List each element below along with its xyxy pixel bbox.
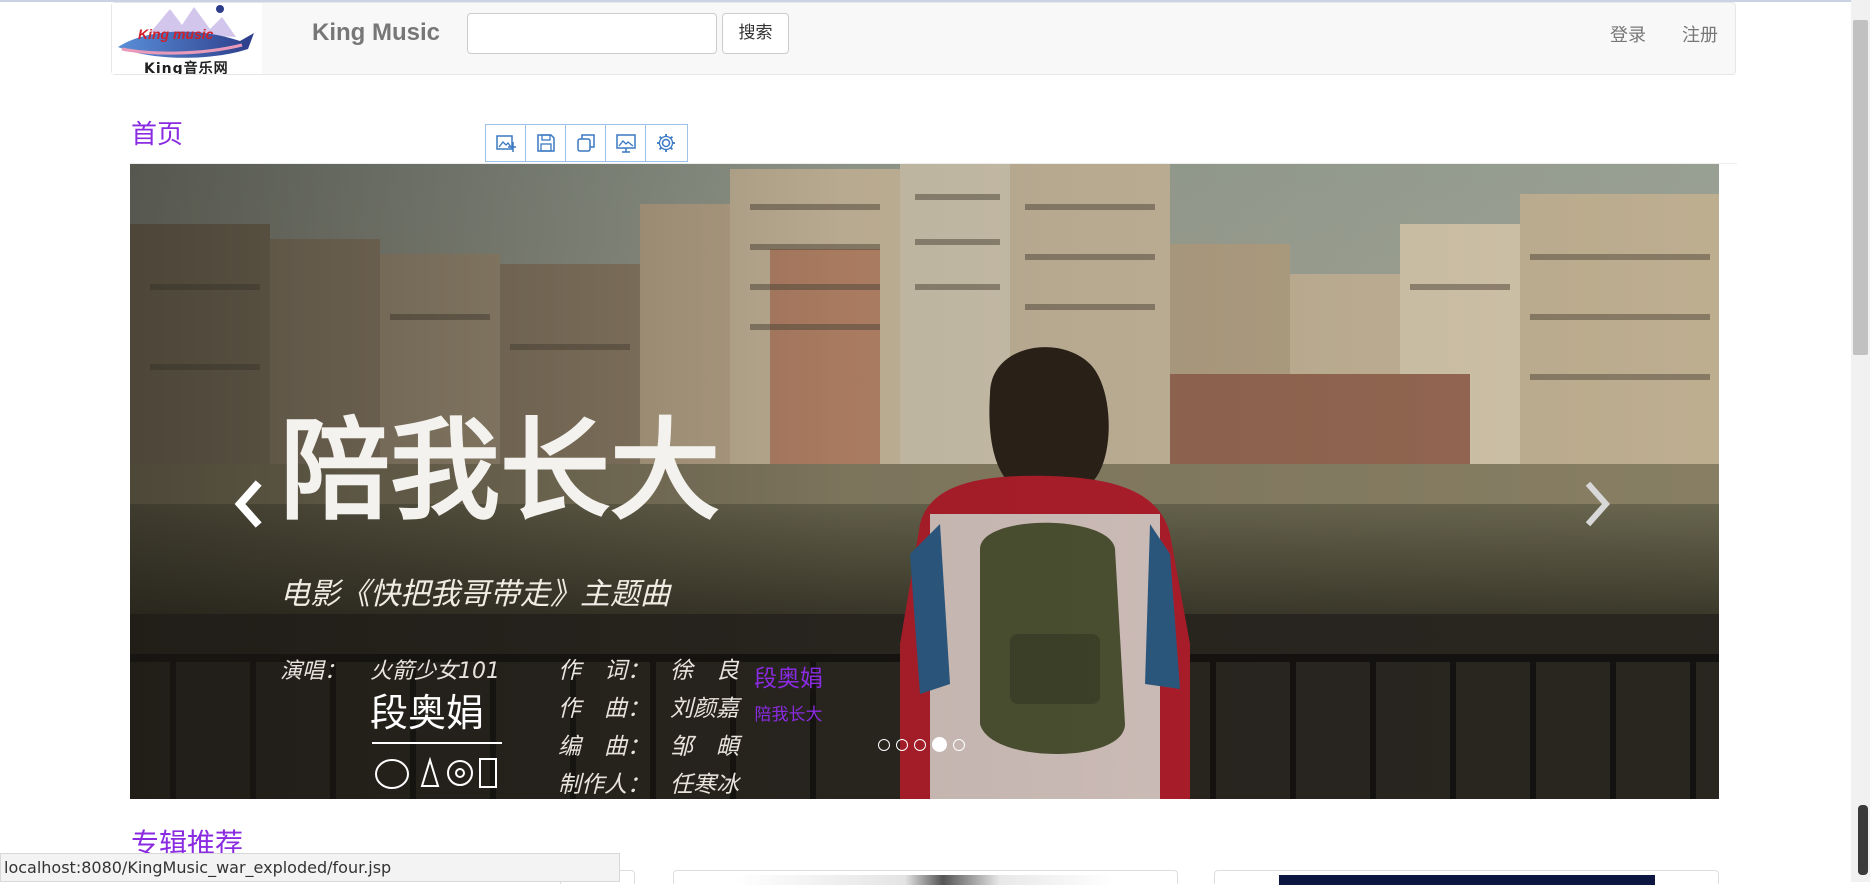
scrollbar-thumb[interactable] xyxy=(1853,20,1868,355)
screen-image-tool[interactable] xyxy=(606,125,646,161)
page-title: 首页 xyxy=(131,120,184,150)
image-search-icon xyxy=(495,135,516,152)
floating-side-widget[interactable] xyxy=(1858,805,1868,875)
chevron-left-icon xyxy=(234,480,262,528)
carousel-caption-subtitle: 陪我长大 xyxy=(754,705,823,725)
carousel-caption-title: 段奥娟 xyxy=(754,666,823,692)
browser-status-url: localhost:8080/KingMusic_war_exploded/fo… xyxy=(0,853,620,882)
carousel-indicator[interactable] xyxy=(896,739,908,751)
album-cover xyxy=(1279,875,1655,885)
carousel-prev-button[interactable] xyxy=(220,464,280,544)
carousel-indicator-active[interactable] xyxy=(932,737,947,752)
logo-text-top: King music xyxy=(138,26,214,42)
site-logo[interactable]: King music King音乐网 xyxy=(112,3,262,74)
poster-arrange-label: 编 曲： xyxy=(558,734,650,760)
register-link[interactable]: 注册 xyxy=(1682,21,1718,47)
settings-tool[interactable] xyxy=(646,125,686,161)
carousel-indicator[interactable] xyxy=(878,739,890,751)
image-search-tool[interactable] xyxy=(486,125,526,161)
carousel-next-button[interactable] xyxy=(1566,464,1626,544)
search-button[interactable]: 搜索 xyxy=(722,13,789,54)
carousel-indicators xyxy=(878,737,965,752)
login-link[interactable]: 登录 xyxy=(1610,21,1646,47)
poster-title: 陪我长大 xyxy=(280,406,720,535)
banner-carousel[interactable]: 陪我长大 电影《快把我哥带走》主题曲 演唱： 火箭少女101 段奥娟 作 词： … xyxy=(130,164,1719,799)
poster-producer-value: 任寒冰 xyxy=(670,772,742,798)
poster-producer-label: 制作人： xyxy=(558,772,650,798)
carousel-indicator[interactable] xyxy=(914,739,926,751)
gear-icon xyxy=(657,134,675,152)
save-tool[interactable] xyxy=(526,125,566,161)
image-toolbar xyxy=(485,124,688,162)
save-icon xyxy=(536,134,555,152)
album-cover xyxy=(734,875,1114,885)
logo-text-bottom: King音乐网 xyxy=(144,61,229,74)
carousel-indicator[interactable] xyxy=(953,739,965,751)
search-input[interactable] xyxy=(467,13,717,54)
brand-name[interactable]: King Music xyxy=(312,19,440,47)
copy-tool[interactable] xyxy=(566,125,606,161)
poster-subtitle: 电影《快把我哥带走》主题曲 xyxy=(280,577,672,612)
copy-icon xyxy=(576,134,595,152)
poster-arrange-value: 邹 頔 xyxy=(670,734,743,760)
screen-image-icon xyxy=(615,134,636,153)
chevron-right-icon xyxy=(1585,481,1611,527)
